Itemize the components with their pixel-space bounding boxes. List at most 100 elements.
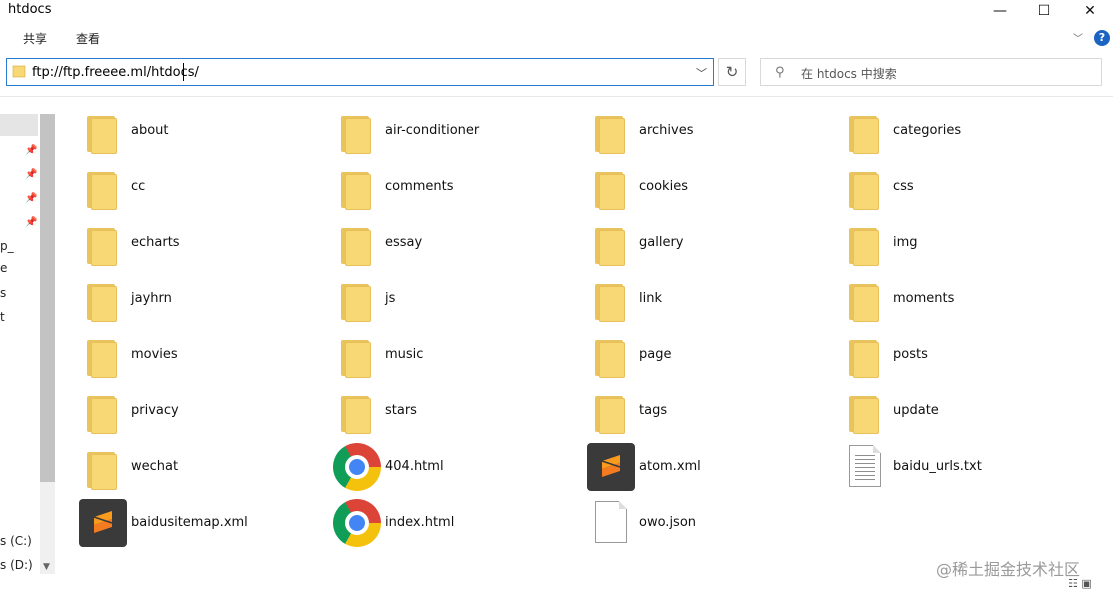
close-icon[interactable]: ✕ bbox=[1067, 0, 1113, 22]
file-item[interactable]: baidu_urls.txt bbox=[840, 442, 1090, 498]
nav-drive-c[interactable]: s (C:) bbox=[0, 534, 32, 548]
folder-item[interactable]: gallery bbox=[586, 218, 836, 274]
folder-item[interactable]: page bbox=[586, 330, 836, 386]
folder-item[interactable]: css bbox=[840, 162, 1090, 218]
file-item[interactable]: owo.json bbox=[586, 498, 836, 554]
chevron-down-icon[interactable]: ﹀ bbox=[1073, 30, 1083, 45]
folder-item[interactable]: about bbox=[78, 106, 328, 162]
folder-icon bbox=[332, 106, 380, 156]
search-box[interactable]: ⚲ 在 htdocs 中搜索 bbox=[760, 58, 1102, 86]
item-label: css bbox=[893, 179, 914, 194]
pin-icon[interactable]: 📌 bbox=[25, 217, 37, 229]
folder-item[interactable]: movies bbox=[78, 330, 328, 386]
item-label: link bbox=[639, 291, 662, 306]
folder-item[interactable]: wechat bbox=[78, 442, 328, 498]
folder-item[interactable]: js bbox=[332, 274, 582, 330]
file-item[interactable]: atom.xml bbox=[586, 442, 836, 498]
nav-item-fragment[interactable]: s bbox=[0, 286, 6, 300]
pin-icon[interactable]: 📌 bbox=[25, 145, 37, 157]
ribbon: 共享 查看 bbox=[0, 22, 1113, 50]
folder-item[interactable]: privacy bbox=[78, 386, 328, 442]
item-label: cookies bbox=[639, 179, 688, 194]
folder-icon bbox=[78, 162, 126, 212]
folder-item[interactable]: img bbox=[840, 218, 1090, 274]
folder-item[interactable]: tags bbox=[586, 386, 836, 442]
item-label: owo.json bbox=[639, 515, 697, 530]
search-input[interactable]: 在 htdocs 中搜索 bbox=[801, 65, 897, 82]
item-label: atom.xml bbox=[639, 459, 701, 474]
maximize-icon[interactable]: ☐ bbox=[1021, 0, 1067, 22]
item-label: movies bbox=[131, 347, 178, 362]
file-item[interactable]: 404.html bbox=[332, 442, 582, 498]
folder-item[interactable]: categories bbox=[840, 106, 1090, 162]
folder-item[interactable]: echarts bbox=[78, 218, 328, 274]
item-label: baidu_urls.txt bbox=[893, 459, 982, 474]
folder-icon bbox=[586, 386, 634, 436]
title-bar: htdocs — ☐ ✕ bbox=[0, 0, 1113, 22]
folder-icon bbox=[586, 218, 634, 268]
item-label: 404.html bbox=[385, 459, 444, 474]
nav-selected-item[interactable] bbox=[0, 114, 38, 136]
item-label: tags bbox=[639, 403, 668, 418]
minimize-icon[interactable]: — bbox=[977, 0, 1023, 22]
folder-item[interactable]: cookies bbox=[586, 162, 836, 218]
item-label: js bbox=[385, 291, 396, 306]
folder-item[interactable]: cc bbox=[78, 162, 328, 218]
tab-view[interactable]: 查看 bbox=[76, 30, 100, 47]
folder-icon bbox=[840, 330, 888, 380]
item-label: jayhrn bbox=[131, 291, 172, 306]
item-label: cc bbox=[131, 179, 146, 194]
pin-icon[interactable]: 📌 bbox=[25, 193, 37, 205]
folder-item[interactable]: comments bbox=[332, 162, 582, 218]
folder-item[interactable]: jayhrn bbox=[78, 274, 328, 330]
nav-item-fragment[interactable]: p_ bbox=[0, 239, 14, 253]
folder-item[interactable]: update bbox=[840, 386, 1090, 442]
file-item[interactable]: index.html bbox=[332, 498, 582, 554]
view-toggle-icons[interactable]: ☷ ▣ bbox=[1068, 577, 1092, 590]
item-label: music bbox=[385, 347, 424, 362]
folder-item[interactable]: music bbox=[332, 330, 582, 386]
tab-share[interactable]: 共享 bbox=[23, 30, 47, 47]
nav-drive-d[interactable]: s (D:) bbox=[0, 558, 33, 572]
chevron-down-icon[interactable]: ﹀ bbox=[696, 65, 707, 81]
text-file-icon bbox=[840, 442, 888, 492]
folder-icon bbox=[840, 274, 888, 324]
nav-item-fragment[interactable]: e bbox=[0, 261, 7, 275]
folder-icon bbox=[78, 330, 126, 380]
search-icon: ⚲ bbox=[775, 65, 785, 80]
pin-icon[interactable]: 📌 bbox=[25, 169, 37, 181]
item-label: wechat bbox=[131, 459, 179, 474]
address-bar[interactable]: ftp://ftp.freeee.ml/htdocs/ ﹀ bbox=[6, 58, 714, 86]
folder-item[interactable]: moments bbox=[840, 274, 1090, 330]
item-label: baidusitemap.xml bbox=[131, 515, 248, 530]
item-label: moments bbox=[893, 291, 955, 306]
folder-item[interactable]: air-conditioner bbox=[332, 106, 582, 162]
file-item[interactable]: baidusitemap.xml bbox=[78, 498, 328, 554]
refresh-button[interactable]: ↻ bbox=[718, 58, 746, 86]
item-label: categories bbox=[893, 123, 962, 138]
folder-icon bbox=[586, 106, 634, 156]
item-label: privacy bbox=[131, 403, 179, 418]
folder-item[interactable]: posts bbox=[840, 330, 1090, 386]
folder-item[interactable]: archives bbox=[586, 106, 836, 162]
folder-item[interactable]: link bbox=[586, 274, 836, 330]
item-label: archives bbox=[639, 123, 694, 138]
folder-icon bbox=[78, 274, 126, 324]
item-label: air-conditioner bbox=[385, 123, 480, 138]
chevron-down-icon[interactable]: ▼ bbox=[43, 562, 50, 572]
folder-icon bbox=[840, 162, 888, 212]
folder-icon bbox=[586, 274, 634, 324]
item-label: essay bbox=[385, 235, 423, 250]
item-label: img bbox=[893, 235, 918, 250]
folder-item[interactable]: stars bbox=[332, 386, 582, 442]
help-icon[interactable]: ? bbox=[1094, 30, 1110, 46]
folder-item[interactable]: essay bbox=[332, 218, 582, 274]
folder-icon bbox=[840, 386, 888, 436]
address-path[interactable]: ftp://ftp.freeee.ml/htdocs/ bbox=[32, 65, 199, 80]
item-label: about bbox=[131, 123, 169, 138]
scrollbar[interactable]: ▼ bbox=[40, 114, 55, 574]
item-label: page bbox=[639, 347, 672, 362]
scrollbar-thumb[interactable] bbox=[40, 114, 55, 482]
folder-icon bbox=[332, 330, 380, 380]
nav-item-fragment[interactable]: t bbox=[0, 310, 5, 324]
